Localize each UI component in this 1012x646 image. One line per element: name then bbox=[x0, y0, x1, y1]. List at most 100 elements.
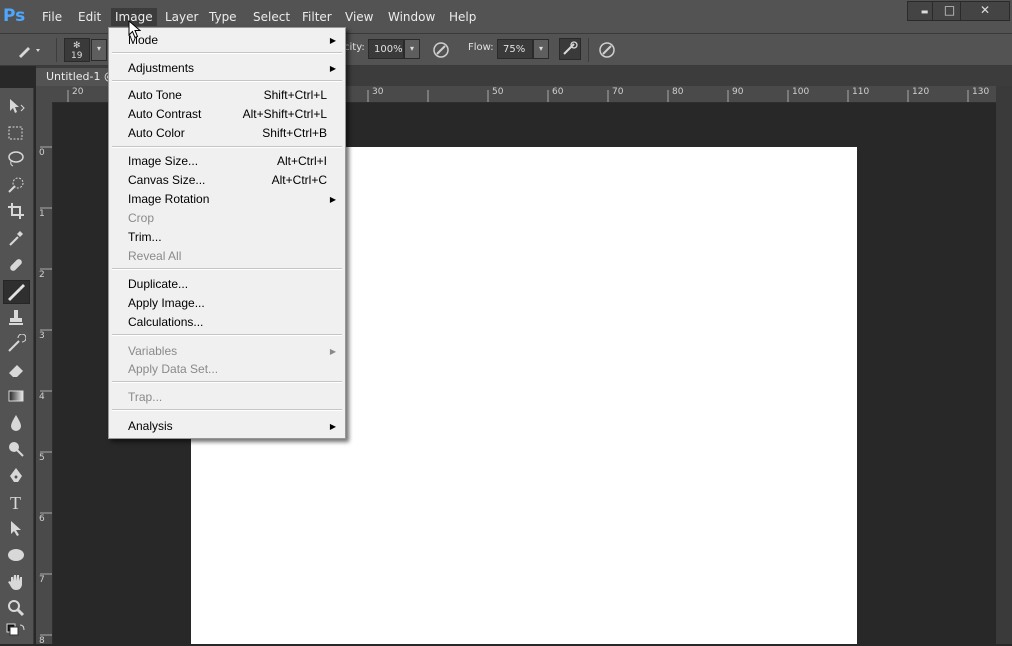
menu-help[interactable]: Help bbox=[445, 8, 480, 26]
mouse-pointer-icon bbox=[128, 19, 142, 43]
flow-label: Flow: bbox=[468, 42, 494, 53]
menu-select[interactable]: Select bbox=[249, 8, 294, 26]
image-menu-dropdown: Mode ▶ Adjustments ▶ Auto Tone Shift+Ctr… bbox=[108, 27, 346, 439]
submenu-arrow-icon: ▶ bbox=[329, 347, 336, 356]
ruler-origin[interactable] bbox=[36, 86, 52, 102]
ruler-ticks bbox=[40, 146, 52, 636]
menu-separator bbox=[112, 334, 342, 336]
ruler-label: 0 bbox=[39, 148, 45, 158]
ruler-label: 2 bbox=[39, 270, 45, 280]
brush-size-dropdown[interactable]: ▾ bbox=[91, 39, 107, 61]
ruler-label: 70 bbox=[612, 87, 624, 97]
vertical-scrollbar[interactable] bbox=[996, 86, 1012, 644]
divider bbox=[56, 38, 57, 62]
submenu-arrow-icon: ▶ bbox=[329, 422, 336, 431]
brush-tool-icon[interactable] bbox=[3, 280, 30, 304]
menu-view[interactable]: View bbox=[341, 8, 377, 26]
lasso-tool-icon[interactable] bbox=[6, 149, 26, 169]
pen-tool-icon[interactable] bbox=[6, 466, 26, 486]
menu-item-trap[interactable]: Trap... bbox=[109, 388, 345, 407]
brush-size-value: 19 bbox=[71, 51, 83, 61]
menu-item-crop[interactable]: Crop bbox=[109, 209, 345, 228]
ruler-label: 50 bbox=[492, 87, 504, 97]
crop-tool-icon[interactable] bbox=[6, 201, 26, 221]
menu-item-duplicate[interactable]: Duplicate... bbox=[109, 275, 345, 294]
photoshop-logo: Ps bbox=[3, 6, 26, 26]
opacity-field[interactable]: 100% bbox=[368, 39, 404, 59]
menu-separator bbox=[112, 80, 342, 82]
vertical-ruler[interactable]: 0 1 2 3 4 5 6 7 8 bbox=[36, 102, 53, 646]
healing-brush-tool-icon[interactable] bbox=[6, 255, 26, 275]
menu-filter[interactable]: Filter bbox=[298, 8, 336, 26]
brush-size-picker[interactable]: ✻ 19 bbox=[64, 38, 90, 62]
menu-separator bbox=[112, 52, 342, 54]
move-tool-icon[interactable] bbox=[6, 96, 26, 116]
submenu-arrow-icon: ▶ bbox=[329, 36, 336, 45]
gradient-tool-icon[interactable] bbox=[6, 386, 26, 406]
ellipse-tool-icon[interactable] bbox=[6, 545, 26, 565]
ruler-label: 110 bbox=[852, 87, 870, 97]
ruler-label: 60 bbox=[552, 87, 564, 97]
menu-item-reveal-all[interactable]: Reveal All bbox=[109, 247, 345, 266]
menu-separator bbox=[112, 409, 342, 411]
opacity-label: city: bbox=[344, 42, 365, 53]
menu-item-auto-color[interactable]: Auto Color Shift+Ctrl+B bbox=[109, 124, 345, 143]
type-tool-icon[interactable]: T bbox=[6, 492, 26, 512]
menu-separator bbox=[112, 146, 342, 148]
pressure-opacity-icon[interactable] bbox=[432, 41, 450, 59]
close-button[interactable]: ✕ bbox=[960, 1, 1010, 21]
brush-tool-preset-icon[interactable] bbox=[16, 41, 40, 59]
eyedropper-tool-icon[interactable] bbox=[6, 228, 26, 248]
clone-stamp-tool-icon[interactable] bbox=[6, 308, 26, 328]
path-selection-tool-icon[interactable] bbox=[6, 518, 26, 538]
menu-item-image-size[interactable]: Image Size... Alt+Ctrl+I bbox=[109, 152, 345, 171]
ruler-label: 4 bbox=[39, 392, 45, 402]
marquee-tool-icon[interactable] bbox=[6, 123, 26, 143]
menu-edit[interactable]: Edit bbox=[74, 8, 105, 26]
submenu-arrow-icon: ▶ bbox=[329, 195, 336, 204]
ruler-label: 100 bbox=[792, 87, 810, 97]
menu-type[interactable]: Type bbox=[205, 8, 241, 26]
menu-item-analysis[interactable]: Analysis ▶ bbox=[109, 417, 345, 436]
blur-tool-icon[interactable] bbox=[6, 413, 26, 433]
tools-panel: T bbox=[0, 88, 34, 644]
quick-selection-tool-icon[interactable] bbox=[6, 175, 26, 195]
flow-field[interactable]: 75% bbox=[497, 39, 533, 59]
ruler-label: 90 bbox=[732, 87, 744, 97]
menu-item-trim[interactable]: Trim... bbox=[109, 228, 345, 247]
menu-window[interactable]: Window bbox=[384, 8, 439, 26]
menu-layer[interactable]: Layer bbox=[161, 8, 202, 26]
menu-item-image-rotation[interactable]: Image Rotation ▶ bbox=[109, 190, 345, 209]
menu-item-canvas-size[interactable]: Canvas Size... Alt+Ctrl+C bbox=[109, 171, 345, 190]
menu-item-calculations[interactable]: Calculations... bbox=[109, 313, 345, 332]
zoom-tool-icon[interactable] bbox=[6, 598, 26, 618]
brush-tip-icon: ✻ bbox=[73, 41, 81, 51]
menu-separator bbox=[112, 268, 342, 270]
menu-item-auto-tone[interactable]: Auto Tone Shift+Ctrl+L bbox=[109, 86, 345, 105]
flow-dropdown[interactable]: ▾ bbox=[533, 39, 549, 59]
menu-item-variables[interactable]: Variables ▶ bbox=[109, 342, 345, 361]
ruler-label: 30 bbox=[372, 87, 384, 97]
ruler-label: 3 bbox=[39, 331, 45, 341]
airbrush-toggle-icon[interactable] bbox=[559, 38, 581, 60]
history-brush-tool-icon[interactable] bbox=[6, 334, 26, 354]
menu-item-adjustments[interactable]: Adjustments ▶ bbox=[109, 59, 345, 78]
menu-item-mode[interactable]: Mode ▶ bbox=[109, 31, 345, 50]
menu-item-apply-data-set[interactable]: Apply Data Set... bbox=[109, 360, 345, 379]
pressure-size-icon[interactable] bbox=[598, 41, 616, 59]
submenu-arrow-icon: ▶ bbox=[329, 64, 336, 73]
hand-tool-icon[interactable] bbox=[6, 572, 26, 592]
restore-icon: □ bbox=[943, 3, 956, 17]
divider bbox=[588, 38, 589, 62]
dodge-tool-icon[interactable] bbox=[6, 439, 26, 459]
menu-file[interactable]: File bbox=[38, 8, 66, 26]
opacity-dropdown[interactable]: ▾ bbox=[404, 39, 420, 59]
default-colors-icon[interactable] bbox=[6, 622, 26, 640]
eraser-tool-icon[interactable] bbox=[6, 360, 26, 380]
menu-item-apply-image[interactable]: Apply Image... bbox=[109, 294, 345, 313]
ruler-label: 120 bbox=[912, 87, 930, 97]
minimize-icon: ▬ bbox=[920, 7, 929, 16]
menu-item-auto-contrast[interactable]: Auto Contrast Alt+Shift+Ctrl+L bbox=[109, 105, 345, 124]
ruler-label: 130 bbox=[972, 87, 990, 97]
document-tab[interactable]: Untitled-1 @ bbox=[36, 68, 116, 86]
